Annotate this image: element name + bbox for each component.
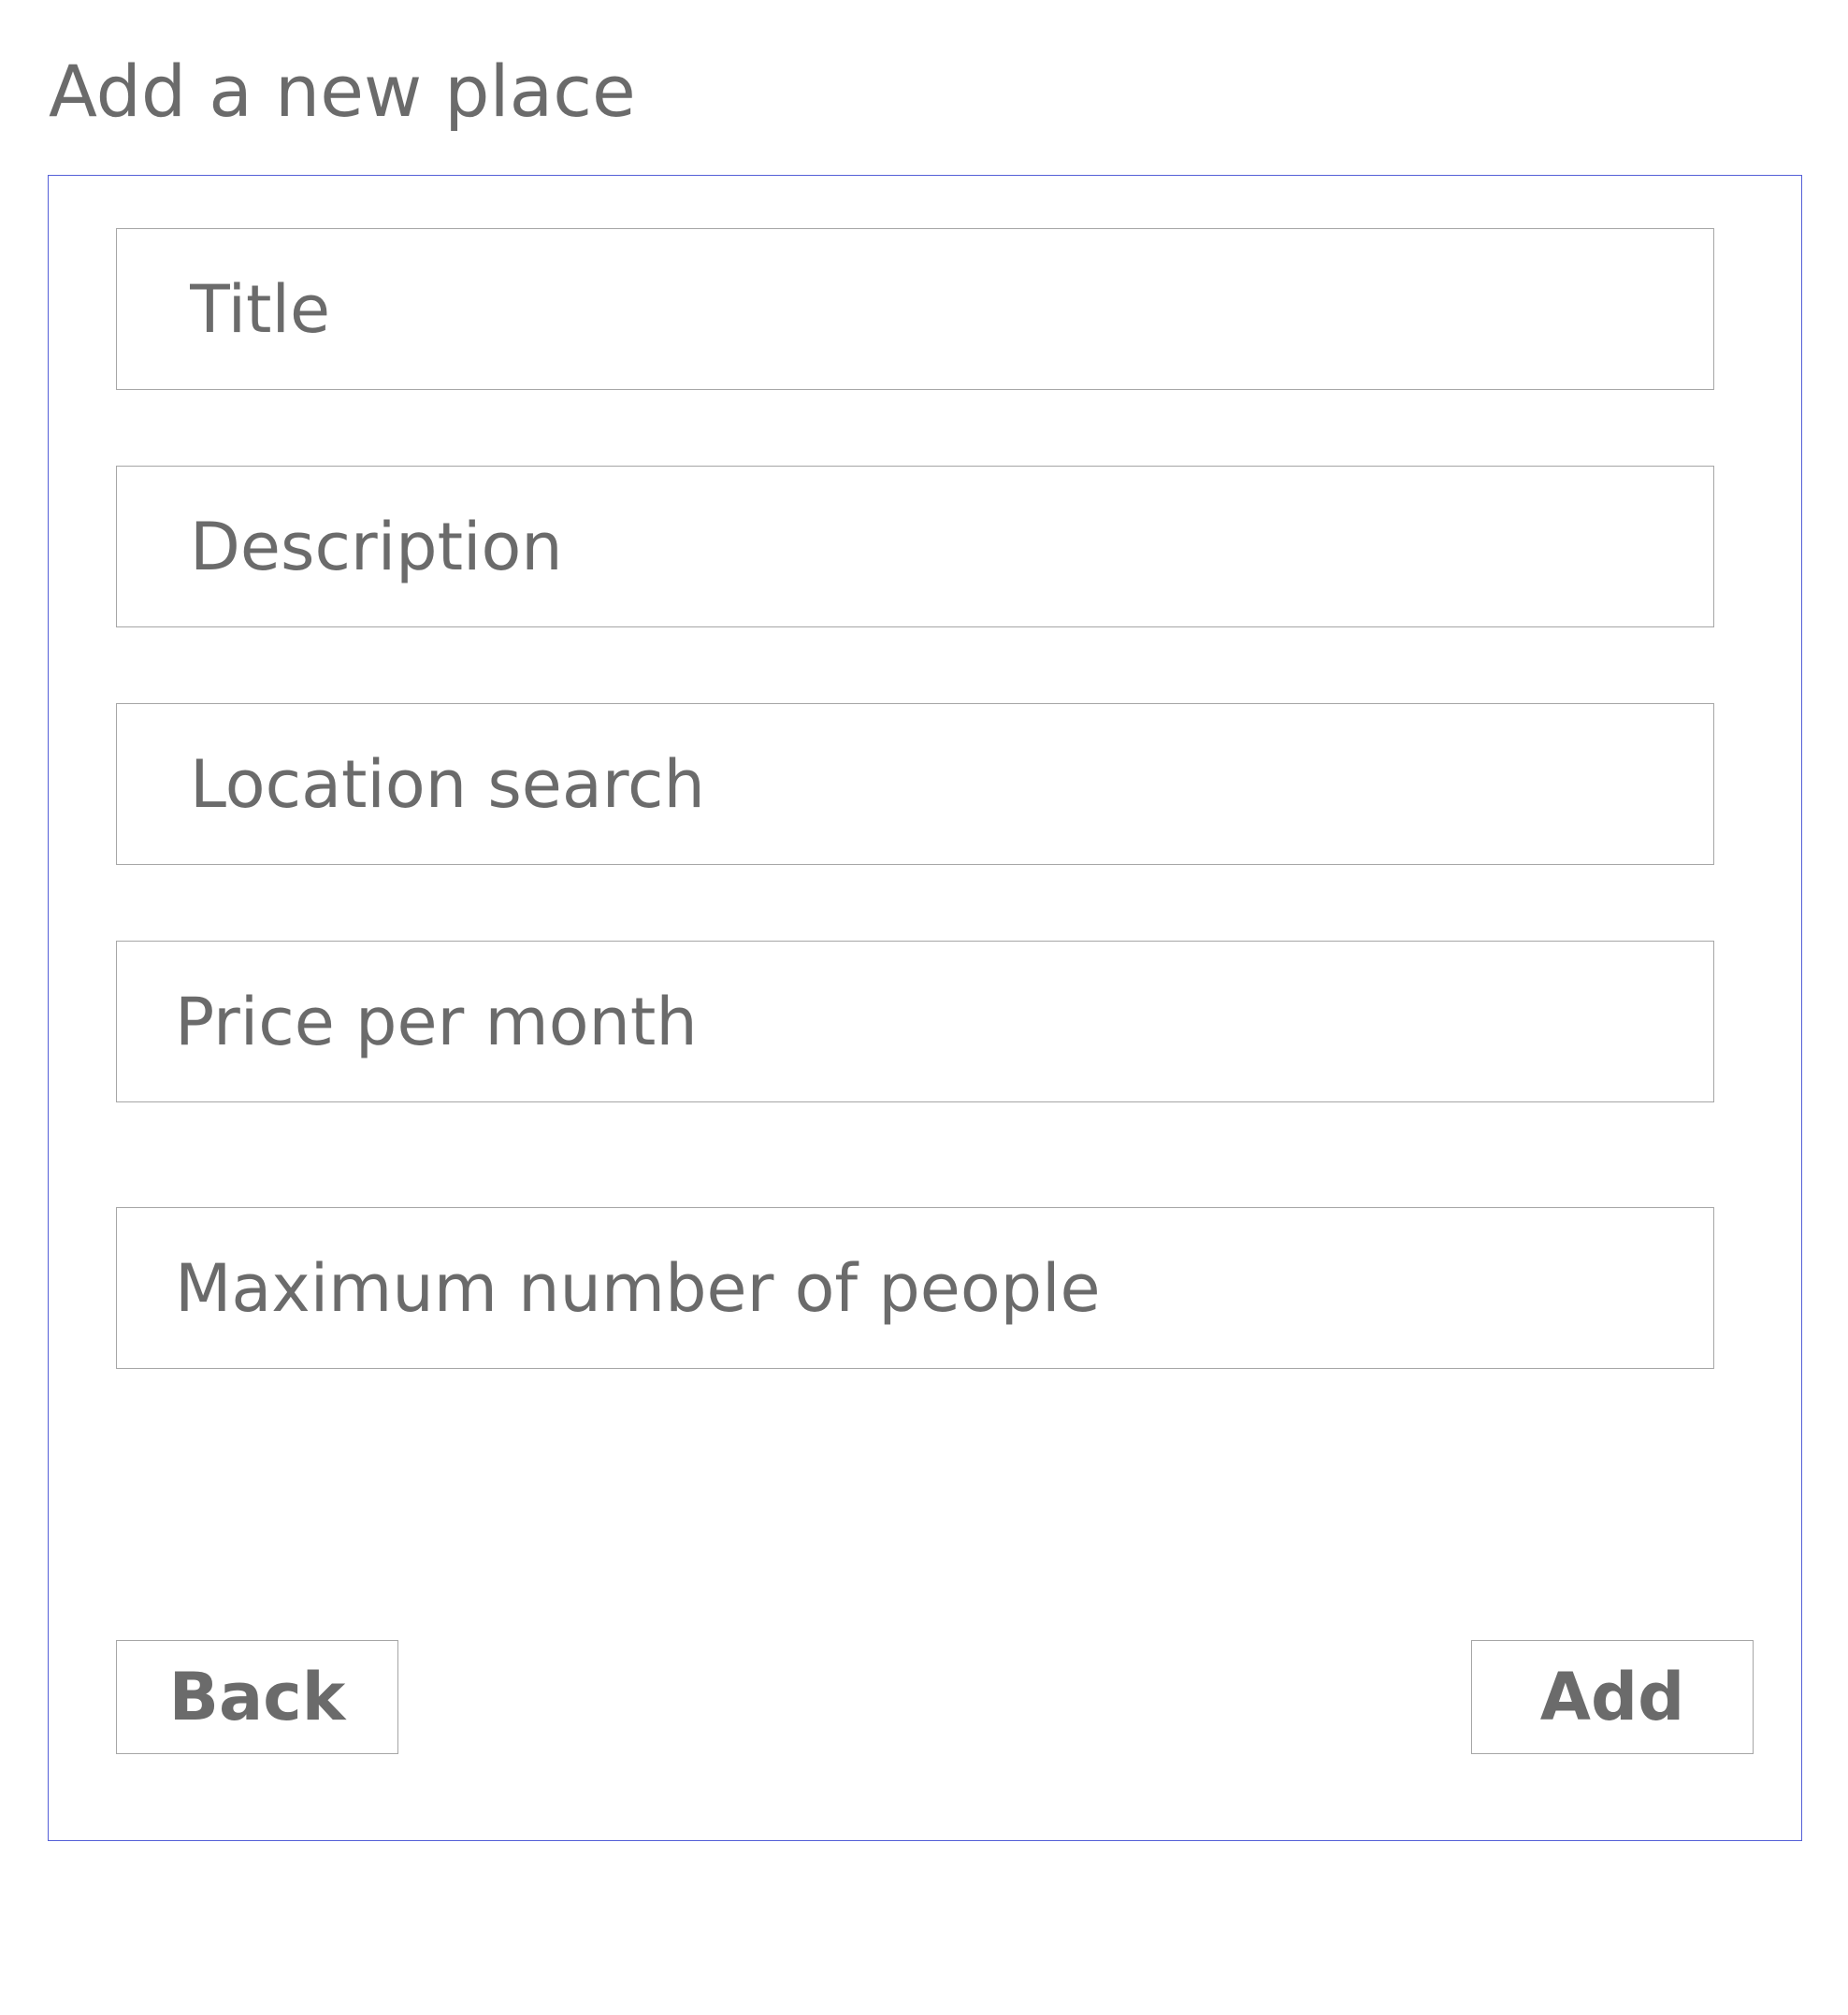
title-input[interactable] — [117, 229, 1713, 389]
back-button[interactable]: Back — [116, 1640, 398, 1754]
price-per-month-input[interactable] — [117, 942, 1713, 1101]
price-per-month-field[interactable] — [116, 941, 1714, 1102]
description-field[interactable] — [116, 466, 1714, 627]
add-button[interactable]: Add — [1471, 1640, 1754, 1754]
add-place-page: Add a new place Back Add — [0, 0, 1848, 2015]
description-input[interactable] — [117, 467, 1713, 626]
max-people-field[interactable] — [116, 1207, 1714, 1369]
title-field[interactable] — [116, 228, 1714, 390]
page-title: Add a new place — [49, 50, 636, 133]
location-search-field[interactable] — [116, 703, 1714, 865]
location-search-input[interactable] — [117, 704, 1713, 864]
max-people-input[interactable] — [117, 1208, 1713, 1368]
add-place-form: Back Add — [48, 175, 1802, 1841]
